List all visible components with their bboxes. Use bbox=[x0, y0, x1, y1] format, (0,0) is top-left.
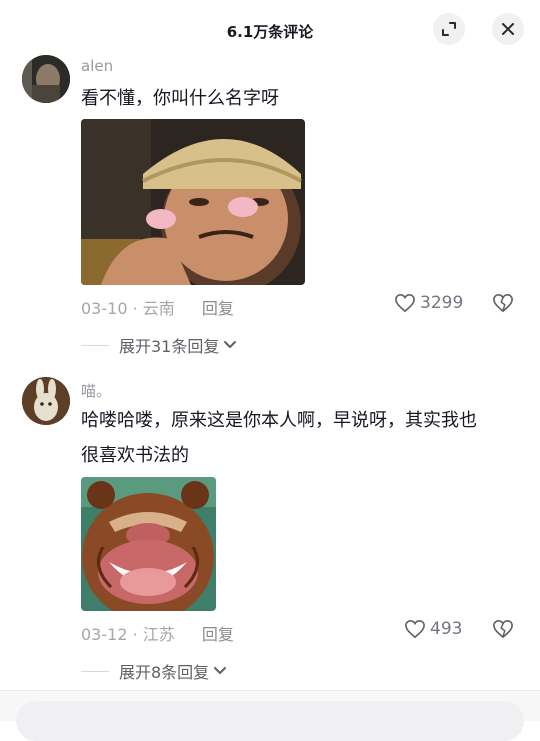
expand-icon bbox=[442, 22, 456, 36]
meme-image-bear[interactable] bbox=[81, 477, 216, 611]
divider-line bbox=[81, 670, 109, 672]
like-button[interactable]: 3299 bbox=[394, 293, 463, 313]
close-button[interactable] bbox=[492, 13, 524, 45]
comment-meta: 03-12 · 江苏 回复 bbox=[81, 621, 234, 645]
comment-input[interactable] bbox=[16, 701, 524, 741]
close-icon bbox=[502, 23, 514, 35]
heart-icon bbox=[405, 619, 425, 639]
divider-line bbox=[81, 344, 109, 346]
dislike-button[interactable] bbox=[492, 293, 514, 317]
comment-text-line-2: 很喜欢书法的 bbox=[81, 445, 189, 466]
expand-replies-label: 展开8条回复 bbox=[119, 663, 210, 682]
comment-date: 03-12 bbox=[81, 625, 128, 644]
comment-input-bar bbox=[0, 690, 540, 741]
like-button[interactable]: 493 bbox=[404, 619, 462, 639]
chevron-down-icon bbox=[224, 341, 237, 348]
expand-replies-label: 展开31条回复 bbox=[119, 337, 220, 356]
meme-image-emperor[interactable] bbox=[81, 119, 305, 285]
comment-location: 云南 bbox=[142, 299, 175, 318]
chevron-down-icon bbox=[214, 667, 227, 674]
broken-heart-icon bbox=[493, 619, 513, 639]
comment-username[interactable]: 喵。 bbox=[81, 380, 111, 401]
comment-text-line-1: 哈喽哈喽，原来这是你本人啊，早说呀，其实我也 bbox=[81, 410, 477, 431]
reply-button[interactable]: 回复 bbox=[202, 625, 234, 644]
comments-header: 6.1万条评论 bbox=[0, 0, 540, 62]
meta-separator: · bbox=[132, 625, 143, 644]
expand-replies-button[interactable]: 展开8条回复 bbox=[81, 659, 227, 683]
comment-location: 江苏 bbox=[142, 625, 175, 644]
comment-meta: 03-10 · 云南 回复 bbox=[81, 295, 234, 319]
expand-button[interactable] bbox=[433, 13, 465, 45]
like-count: 493 bbox=[430, 619, 463, 639]
reply-button[interactable]: 回复 bbox=[202, 299, 234, 318]
avatar[interactable] bbox=[22, 377, 70, 425]
dislike-button[interactable] bbox=[492, 619, 514, 643]
expand-replies-button[interactable]: 展开31条回复 bbox=[81, 333, 237, 357]
heart-icon bbox=[395, 293, 415, 313]
comment-date: 03-10 bbox=[81, 299, 128, 318]
like-count: 3299 bbox=[420, 293, 464, 313]
avatar[interactable] bbox=[22, 55, 70, 103]
comment-username[interactable]: alen bbox=[81, 57, 113, 75]
meta-separator: · bbox=[132, 299, 143, 318]
comment-text: 看不懂，你叫什么名字呀 bbox=[81, 88, 279, 109]
broken-heart-icon bbox=[493, 293, 513, 313]
